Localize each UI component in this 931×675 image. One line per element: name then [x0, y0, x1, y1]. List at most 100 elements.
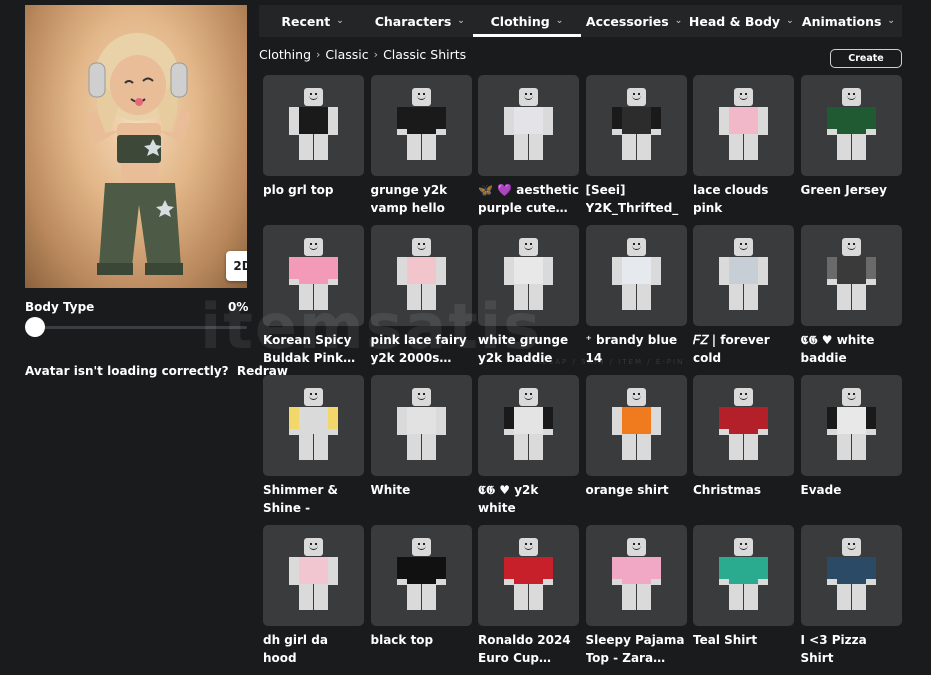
item-thumbnail[interactable]	[693, 525, 794, 626]
item-thumbnail[interactable]	[478, 525, 579, 626]
tab-label: Animations	[801, 13, 882, 29]
item-thumbnail[interactable]	[263, 375, 364, 476]
item-name: Korean Spicy Buldak Pink…	[263, 333, 356, 365]
item-avatar-figure	[693, 375, 794, 476]
item-thumbnail[interactable]	[585, 375, 687, 476]
tab-label: Head & Body	[688, 13, 781, 29]
item-thumbnail[interactable]	[478, 225, 579, 326]
item-avatar-figure	[693, 225, 794, 326]
item-name: dh girl da hood sshf pick me…	[263, 633, 328, 665]
item-name: White	[370, 483, 411, 497]
item-thumbnail[interactable]	[370, 75, 472, 176]
item-thumbnail[interactable]	[370, 525, 472, 626]
item-avatar-figure	[478, 225, 579, 326]
item-thumbnail[interactable]	[263, 525, 364, 626]
item-card[interactable]: dh girl da hood sshf pick me…	[263, 525, 364, 675]
item-thumbnail[interactable]	[800, 525, 902, 626]
item-card[interactable]: 𝐹𝑍 | forever cold	[693, 225, 794, 375]
item-thumbnail[interactable]	[263, 225, 364, 326]
item-thumbnail[interactable]	[478, 75, 579, 176]
item-avatar-figure	[478, 525, 579, 626]
item-thumbnail[interactable]	[693, 75, 794, 176]
item-name: Evade	[800, 483, 842, 497]
item-avatar-figure	[263, 75, 364, 176]
item-avatar-figure	[801, 75, 902, 176]
tab-animations[interactable]: Animations ⌄	[795, 5, 902, 37]
item-card[interactable]: Sleepy Pajama Top - Zara…	[585, 525, 687, 675]
tab-label: Characters	[374, 13, 452, 29]
item-card[interactable]: Evade	[800, 375, 902, 525]
item-card[interactable]: Christmas	[693, 375, 794, 525]
item-card[interactable]: plo grl top	[263, 75, 364, 225]
chevron-down-icon: ⌄	[674, 16, 683, 26]
item-card[interactable]: [Seei] Y2K_Thrifted_Star	[585, 75, 687, 225]
item-card[interactable]: White	[370, 375, 472, 525]
item-card[interactable]: black top	[370, 525, 472, 675]
item-thumbnail[interactable]	[585, 75, 687, 176]
item-card[interactable]: ⁺ brandy blue 14 off shoulder…	[585, 225, 687, 375]
item-thumbnail[interactable]	[478, 375, 579, 476]
item-avatar-figure	[586, 225, 687, 326]
body-type-slider-thumb[interactable]	[25, 317, 45, 337]
item-thumbnail[interactable]	[370, 375, 472, 476]
item-card[interactable]: Teal Shirt	[693, 525, 794, 675]
item-thumbnail[interactable]	[800, 375, 902, 476]
item-avatar-figure	[478, 375, 579, 476]
item-avatar-figure	[586, 525, 687, 626]
item-avatar-figure	[478, 75, 579, 176]
tab-recent[interactable]: Recent ⌄	[259, 5, 366, 37]
tab-head-body[interactable]: Head & Body ⌄	[688, 5, 795, 37]
breadcrumb-classic[interactable]: Classic	[325, 47, 368, 62]
item-name: Green Jersey	[800, 183, 887, 197]
item-card[interactable]: pink lace fairy y2k 2000s…	[370, 225, 472, 375]
item-card[interactable]: orange shirt	[585, 375, 687, 525]
item-name: [Seei] Y2K_Thrifted_Star	[585, 183, 679, 215]
item-name: orange shirt	[585, 483, 669, 497]
tab-characters[interactable]: Characters ⌄	[366, 5, 473, 37]
item-thumbnail[interactable]	[263, 75, 364, 176]
item-card[interactable]: grunge y2k vamp hello kitt…	[370, 75, 472, 225]
item-name: 𝕮𝕲 ♥ y2k white harley racer…	[478, 483, 539, 515]
item-card[interactable]: I <3 Pizza Shirt	[800, 525, 902, 675]
item-card[interactable]: 𝕮𝕲 ♥ y2k white harley racer…	[478, 375, 579, 525]
chevron-down-icon: ⌄	[887, 16, 895, 26]
category-tabs: Recent ⌄ Characters ⌄ Clothing ⌄ Accessorie…	[259, 5, 902, 37]
item-name: lace clouds pink ꒰ঌ♥	[693, 183, 769, 215]
item-card[interactable]: white grunge y2k baddie cor…	[478, 225, 579, 375]
item-thumbnail[interactable]	[585, 225, 687, 326]
item-name: Sleepy Pajama Top - Zara…	[585, 633, 685, 665]
item-thumbnail[interactable]	[370, 225, 472, 326]
item-thumbnail[interactable]	[800, 225, 902, 326]
item-card[interactable]: 𝕮𝕲 ♥ white baddie jersey…	[800, 225, 902, 375]
item-name: 𝕮𝕲 ♥ white baddie jersey…	[800, 333, 875, 365]
item-card[interactable]: Korean Spicy Buldak Pink…	[263, 225, 364, 375]
item-avatar-figure	[693, 75, 794, 176]
item-thumbnail[interactable]	[585, 525, 687, 626]
item-card[interactable]: Shimmer & Shine - Shine…	[263, 375, 364, 525]
create-button[interactable]: Create	[830, 49, 902, 68]
avatar-help: Avatar isn't loading correctly? Redraw	[25, 364, 288, 378]
body-type-value: 0%	[228, 300, 249, 314]
item-avatar-figure	[801, 375, 902, 476]
item-avatar-figure	[371, 525, 472, 626]
breadcrumb-clothing[interactable]: Clothing	[259, 47, 311, 62]
item-card[interactable]: Ronaldo 2024 Euro Cup…	[478, 525, 579, 675]
item-name: plo grl top	[263, 183, 334, 197]
tab-accessories[interactable]: Accessories ⌄	[581, 5, 688, 37]
item-name: I <3 Pizza Shirt	[800, 633, 867, 665]
item-thumbnail[interactable]	[800, 75, 902, 176]
item-avatar-figure	[371, 225, 472, 326]
item-avatar-figure	[371, 75, 472, 176]
item-name: pink lace fairy y2k 2000s…	[370, 333, 467, 365]
item-thumbnail[interactable]	[693, 375, 794, 476]
item-avatar-figure	[263, 225, 364, 326]
view-2d-button[interactable]: 2D	[226, 251, 247, 281]
item-card[interactable]: Green Jersey	[800, 75, 902, 225]
item-name: Shimmer & Shine - Shine…	[263, 483, 339, 515]
item-thumbnail[interactable]	[693, 225, 794, 326]
breadcrumb: Clothing › Classic › Classic Shirts	[259, 47, 466, 62]
body-type-slider[interactable]	[35, 326, 247, 329]
item-card[interactable]: 🦋 💜 aesthetic purple cute…	[478, 75, 579, 225]
item-card[interactable]: lace clouds pink ꒰ঌ♥	[693, 75, 794, 225]
tab-clothing[interactable]: Clothing ⌄	[473, 5, 581, 37]
